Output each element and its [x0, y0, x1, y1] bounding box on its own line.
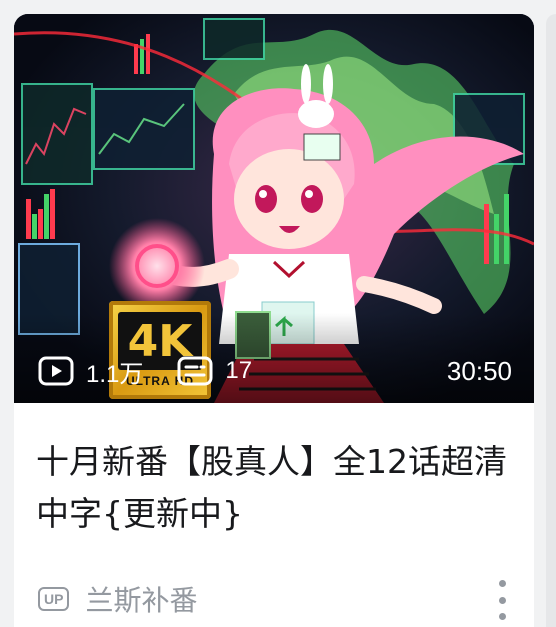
video-card[interactable]: 4K ULTRA HD 1.1万 17 30:50 十月新番【股真人】全12话超… — [14, 14, 534, 627]
view-count-value: 1.1万 — [86, 360, 144, 388]
next-card-edge — [546, 14, 556, 627]
more-dot — [498, 613, 506, 620]
more-dot — [498, 580, 506, 587]
danmaku-count: 17 — [177, 356, 252, 386]
video-thumbnail[interactable]: 4K ULTRA HD 1.1万 17 30:50 — [14, 14, 534, 403]
more-dot — [498, 596, 506, 604]
video-duration: 30:50 — [446, 355, 512, 386]
video-title[interactable]: 十月新番【股真人】全12话超清中字{更新中} — [36, 436, 516, 540]
up-badge: UP — [38, 587, 70, 611]
more-vertical-icon[interactable] — [490, 580, 514, 620]
play-icon — [38, 356, 74, 386]
danmaku-count-value: 17 — [225, 357, 253, 384]
view-count: 1.1万 — [38, 354, 143, 389]
uploader-name[interactable]: 兰斯补番 — [85, 579, 197, 619]
video-stats: 1.1万 17 — [38, 354, 286, 388]
danmaku-icon — [177, 356, 213, 386]
uploader-row[interactable]: UP 兰斯补番 — [38, 574, 197, 624]
